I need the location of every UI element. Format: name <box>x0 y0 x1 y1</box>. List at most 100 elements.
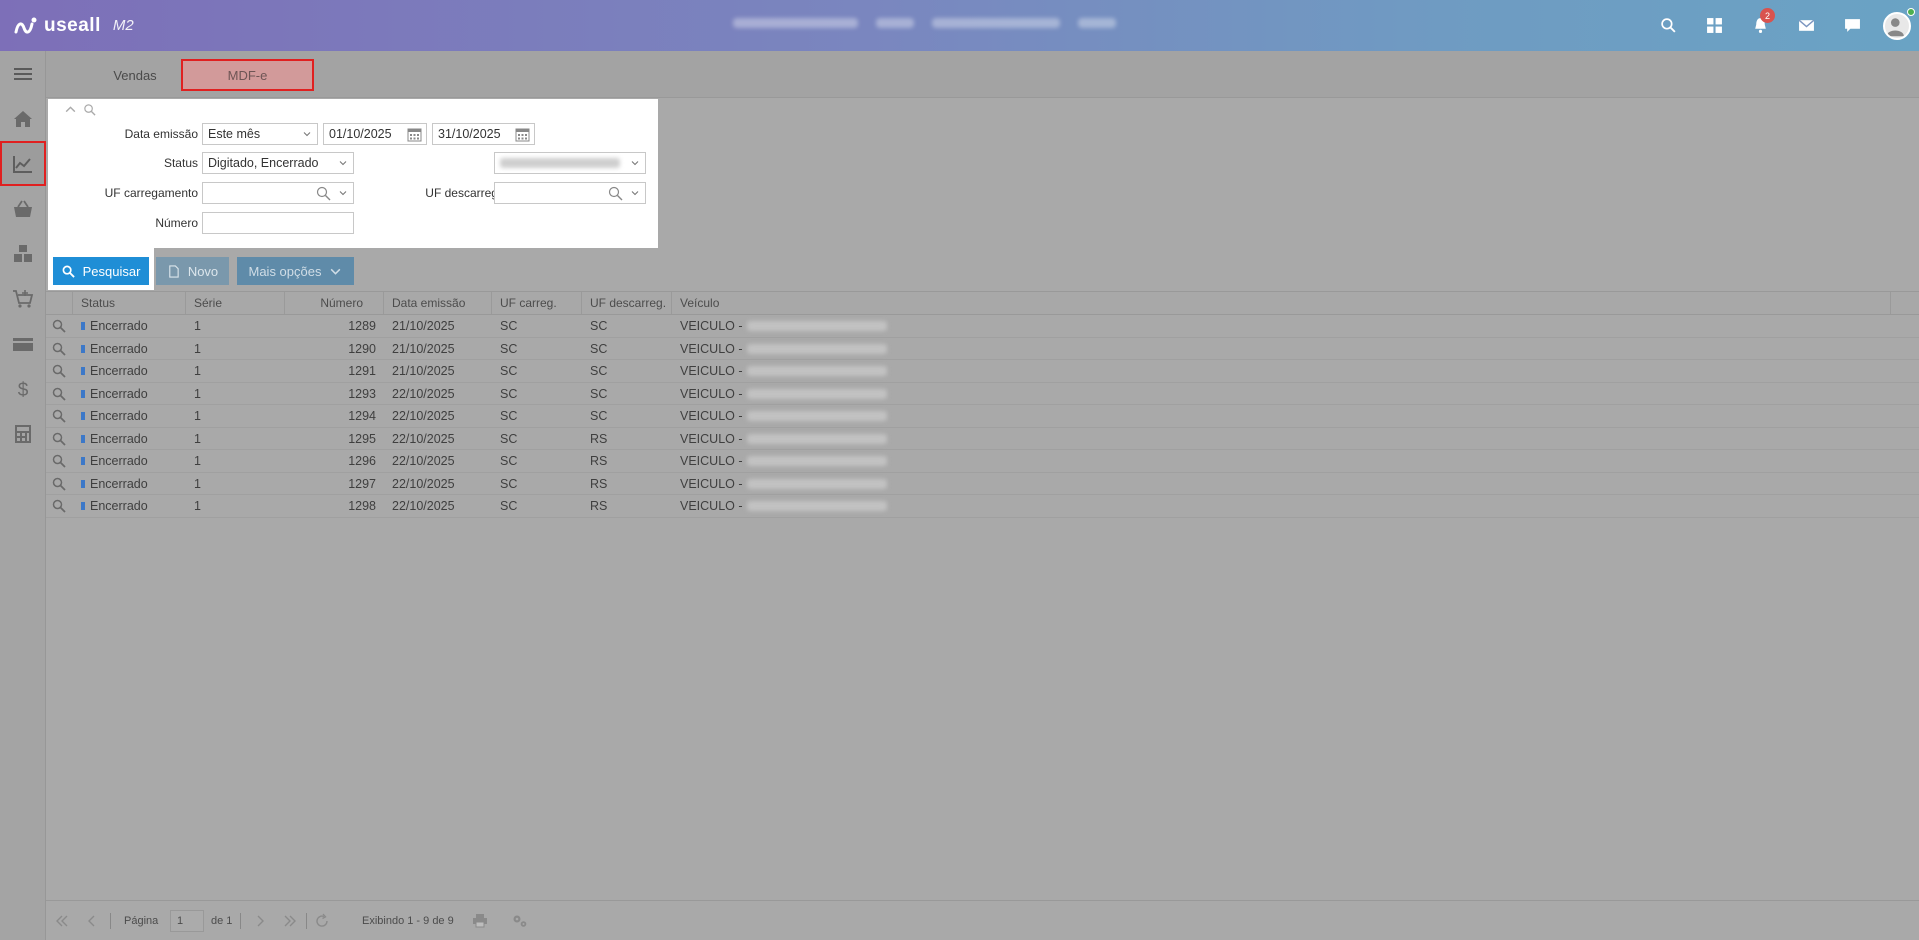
dollar-icon: $ <box>18 380 29 400</box>
top-apps-button[interactable] <box>1691 0 1737 51</box>
calendar-icon[interactable] <box>407 127 422 142</box>
col-header-numero[interactable]: Número <box>285 292 384 314</box>
mais-opcoes-button[interactable]: Mais opções <box>237 257 354 285</box>
pesquisar-label: Pesquisar <box>82 263 141 279</box>
view-row-icon[interactable] <box>52 499 66 513</box>
view-row-icon[interactable] <box>52 387 66 401</box>
table-row[interactable]: Encerrado 1 1298 22/10/2025 SC RS VEICULO - <box>46 495 1919 518</box>
last-page-icon[interactable] <box>282 913 298 929</box>
page-number-input[interactable]: 1 <box>170 910 204 932</box>
pesquisar-button[interactable]: Pesquisar <box>53 257 149 285</box>
chevron-down-icon <box>331 268 341 275</box>
date-to-field[interactable]: 31/10/2025 <box>432 123 535 145</box>
uf-carregamento-label: UF carregamento <box>104 186 198 200</box>
calculator-icon <box>15 424 31 443</box>
uf-carregamento-select[interactable] <box>202 182 354 204</box>
cell-status: Encerrado <box>73 383 186 405</box>
status-select[interactable]: Digitado, Encerrado <box>202 152 354 174</box>
settings-icon[interactable] <box>512 913 528 929</box>
view-row-icon[interactable] <box>52 364 66 378</box>
view-row-icon[interactable] <box>52 477 66 491</box>
table-row[interactable]: Encerrado 1 1295 22/10/2025 SC RS VEICULO - <box>46 428 1919 450</box>
col-header-status[interactable]: Status <box>73 292 186 314</box>
view-row-icon[interactable] <box>52 319 66 333</box>
mail-icon <box>1798 19 1814 31</box>
product-name: M2 <box>112 17 134 34</box>
veiculo-plate-blurred <box>746 321 887 331</box>
page-total-label: de 1 <box>211 915 233 927</box>
sidebar-item-calculator[interactable] <box>0 411 46 456</box>
table-row[interactable]: Encerrado 1 1289 21/10/2025 SC SC VEICULO - <box>46 315 1919 338</box>
cell-status-text: Encerrado <box>90 341 148 356</box>
filter-toggle[interactable] <box>64 103 96 116</box>
col-header-uf-carreg[interactable]: UF carreg. <box>492 292 582 314</box>
view-row-icon[interactable] <box>52 409 66 423</box>
user-icon <box>1886 17 1904 36</box>
pager-separator <box>306 913 307 929</box>
tab-mdfe[interactable]: MDF-e <box>181 59 314 91</box>
cell-data-emissao: 22/10/2025 <box>392 476 455 491</box>
novo-button[interactable]: Novo <box>156 257 229 285</box>
col-header-serie[interactable]: Série <box>186 292 285 314</box>
top-chat-button[interactable] <box>1829 0 1875 51</box>
print-icon[interactable] <box>472 913 488 929</box>
first-page-icon[interactable] <box>54 913 70 929</box>
chevron-down-icon <box>631 191 639 196</box>
pager-separator <box>110 913 111 929</box>
sidebar-item-cart[interactable] <box>0 276 46 321</box>
data-emissao-label: Data emissão <box>124 127 198 141</box>
table-row[interactable]: Encerrado 1 1293 22/10/2025 SC SC VEICULO - <box>46 383 1919 405</box>
view-row-icon[interactable] <box>52 454 66 468</box>
col-header-data-emissao[interactable]: Data emissão <box>384 292 492 314</box>
cell-uf-carreg: SC <box>500 476 518 491</box>
cell-veiculo-text: VEICULO - <box>680 476 743 491</box>
cell-status: Encerrado <box>73 495 186 517</box>
calendar-icon[interactable] <box>515 127 530 142</box>
col-header-uf-descarreg[interactable]: UF descarreg. <box>582 292 672 314</box>
data-emissao-period-select[interactable]: Este mês <box>202 123 318 145</box>
cell-serie: 1 <box>194 386 201 401</box>
col-header-veiculo[interactable]: Veículo <box>672 292 1891 314</box>
cell-uf-carreg: SC <box>500 499 518 513</box>
cell-veiculo: VEICULO - <box>672 315 1072 337</box>
cell-uf-descarreg: SC <box>590 364 608 378</box>
search-icon[interactable] <box>608 186 623 201</box>
veiculo-plate-blurred <box>746 411 887 421</box>
refresh-icon[interactable] <box>314 913 330 929</box>
table-row[interactable]: Encerrado 1 1291 21/10/2025 SC SC VEICULO - <box>46 360 1919 383</box>
search-icon[interactable] <box>316 186 331 201</box>
prev-page-icon[interactable] <box>84 913 100 929</box>
sidebar-item-home[interactable] <box>0 96 46 141</box>
cell-veiculo-text: VEICULO - <box>680 499 743 513</box>
next-page-icon[interactable] <box>252 913 268 929</box>
sidebar-item-menu[interactable] <box>0 51 46 96</box>
sidebar-item-card[interactable] <box>0 321 46 366</box>
top-search-button[interactable] <box>1645 0 1691 51</box>
cell-veiculo: VEICULO - <box>672 338 1072 360</box>
veiculo-plate-blurred <box>746 456 887 466</box>
chevron-down-icon <box>339 161 347 166</box>
table-row[interactable]: Encerrado 1 1296 22/10/2025 SC RS VEICULO - <box>46 450 1919 473</box>
cell-data-emissao: 21/10/2025 <box>392 319 455 333</box>
cell-status-text: Encerrado <box>90 454 148 468</box>
table-row[interactable]: Encerrado 1 1294 22/10/2025 SC SC VEICULO - <box>46 405 1919 428</box>
numero-input[interactable] <box>202 212 354 234</box>
app-logo[interactable]: useall M2 <box>14 15 134 37</box>
sidebar-item-boxes[interactable] <box>0 231 46 276</box>
sidebar-item-basket[interactable] <box>0 186 46 231</box>
table-row[interactable]: Encerrado 1 1290 21/10/2025 SC SC VEICULO - <box>46 338 1919 360</box>
tab-vendas[interactable]: Vendas <box>91 59 179 91</box>
view-row-icon[interactable] <box>52 342 66 356</box>
user-avatar[interactable] <box>1883 11 1911 40</box>
table-row[interactable]: Encerrado 1 1297 22/10/2025 SC RS VEICULO - <box>46 473 1919 495</box>
sidebar-item-sales[interactable] <box>0 141 46 186</box>
online-status-dot <box>1907 8 1915 16</box>
view-row-icon[interactable] <box>52 432 66 446</box>
top-notifications-button[interactable]: 2 <box>1737 0 1783 51</box>
uf-descarregamento-select[interactable] <box>494 182 646 204</box>
top-mail-button[interactable] <box>1783 0 1829 51</box>
date-from-field[interactable]: 01/10/2025 <box>323 123 427 145</box>
grid-body: Encerrado 1 1289 21/10/2025 SC SC VEICULO - Enc… <box>46 315 1919 518</box>
filial-select[interactable] <box>494 152 646 174</box>
sidebar-item-finance[interactable]: $ <box>0 366 46 411</box>
